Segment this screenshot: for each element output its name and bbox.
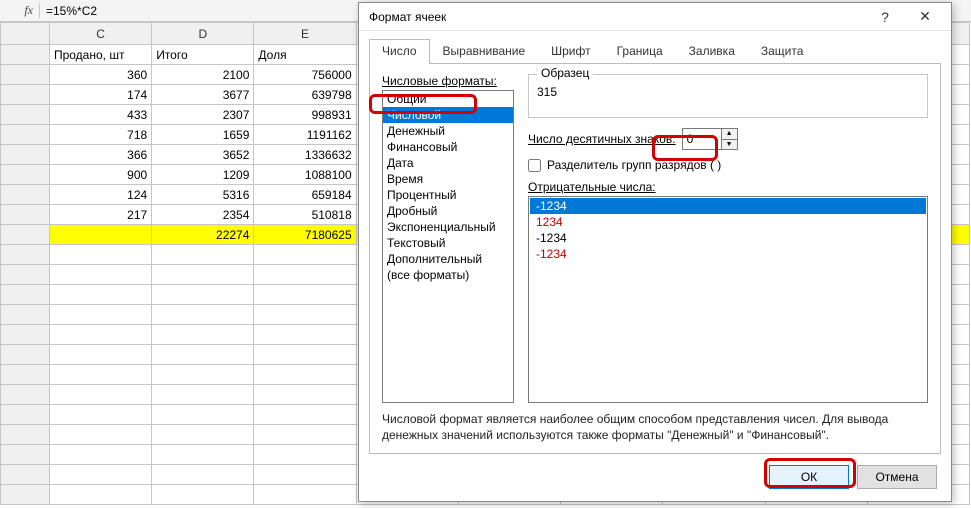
negative-numbers-label: Отрицательные числа: — [528, 180, 928, 194]
help-button[interactable]: ? — [865, 4, 905, 30]
number-formats-listbox[interactable]: ОбщийЧисловойДенежныйФинансовыйДатаВремя… — [382, 90, 514, 403]
thousands-separator-label[interactable]: Разделитель групп разрядов ( ) — [547, 158, 721, 172]
tab-заливка[interactable]: Заливка — [676, 39, 748, 64]
negative-numbers-listbox[interactable]: -12341234-1234-1234 — [528, 196, 928, 403]
close-button[interactable]: ✕ — [905, 4, 945, 30]
negative-option[interactable]: -1234 — [530, 230, 926, 246]
format-option[interactable]: (все форматы) — [383, 267, 513, 283]
format-option[interactable]: Экспоненциальный — [383, 219, 513, 235]
dialog-titlebar[interactable]: Формат ячеек ? ✕ — [359, 3, 951, 31]
format-option[interactable]: Процентный — [383, 187, 513, 203]
format-option[interactable]: Дробный — [383, 203, 513, 219]
format-option[interactable]: Денежный — [383, 123, 513, 139]
format-option[interactable]: Финансовый — [383, 139, 513, 155]
dialog-tabs: ЧислоВыравниваниеШрифтГраницаЗаливкаЗащи… — [359, 31, 951, 64]
formats-label: Числовые форматы: — [382, 74, 514, 88]
spin-up-icon[interactable]: ▲ — [722, 129, 737, 140]
format-description: Числовой формат является наиболее общим … — [382, 411, 928, 443]
tab-шрифт[interactable]: Шрифт — [538, 39, 603, 64]
decimals-input[interactable] — [683, 129, 721, 149]
decimals-label: Число десятичных знаков: — [528, 132, 676, 146]
format-cells-dialog: Формат ячеек ? ✕ ЧислоВыравниваниеШрифтГ… — [358, 2, 952, 502]
tab-число[interactable]: Число — [369, 39, 430, 64]
format-option[interactable]: Числовой — [383, 107, 513, 123]
decimals-spinner[interactable]: ▲ ▼ — [682, 128, 738, 150]
tab-защита[interactable]: Защита — [748, 39, 817, 64]
sample-value: 315 — [537, 77, 919, 99]
dialog-title: Формат ячеек — [369, 10, 865, 24]
thousands-separator-checkbox[interactable] — [528, 159, 541, 172]
negative-option[interactable]: -1234 — [530, 198, 926, 214]
format-option[interactable]: Время — [383, 171, 513, 187]
format-option[interactable]: Дата — [383, 155, 513, 171]
ok-button[interactable]: ОК — [769, 465, 849, 489]
col-header[interactable]: C — [49, 23, 151, 45]
format-option[interactable]: Текстовый — [383, 235, 513, 251]
col-header[interactable]: E — [254, 23, 356, 45]
format-option[interactable]: Общий — [383, 91, 513, 107]
negative-option[interactable]: 1234 — [530, 214, 926, 230]
format-option[interactable]: Дополнительный — [383, 251, 513, 267]
spin-down-icon[interactable]: ▼ — [722, 140, 737, 150]
fx-label[interactable]: fx — [0, 3, 40, 18]
tab-panel-number: Числовые форматы: ОбщийЧисловойДенежныйФ… — [369, 63, 941, 454]
tab-граница[interactable]: Граница — [604, 39, 676, 64]
col-header[interactable]: D — [152, 23, 254, 45]
sample-label: Образец — [537, 66, 593, 80]
sample-box: Образец 315 — [528, 74, 928, 118]
negative-option[interactable]: -1234 — [530, 246, 926, 262]
close-icon: ✕ — [919, 8, 931, 25]
cancel-button[interactable]: Отмена — [857, 465, 937, 489]
tab-выравнивание[interactable]: Выравнивание — [430, 39, 539, 64]
